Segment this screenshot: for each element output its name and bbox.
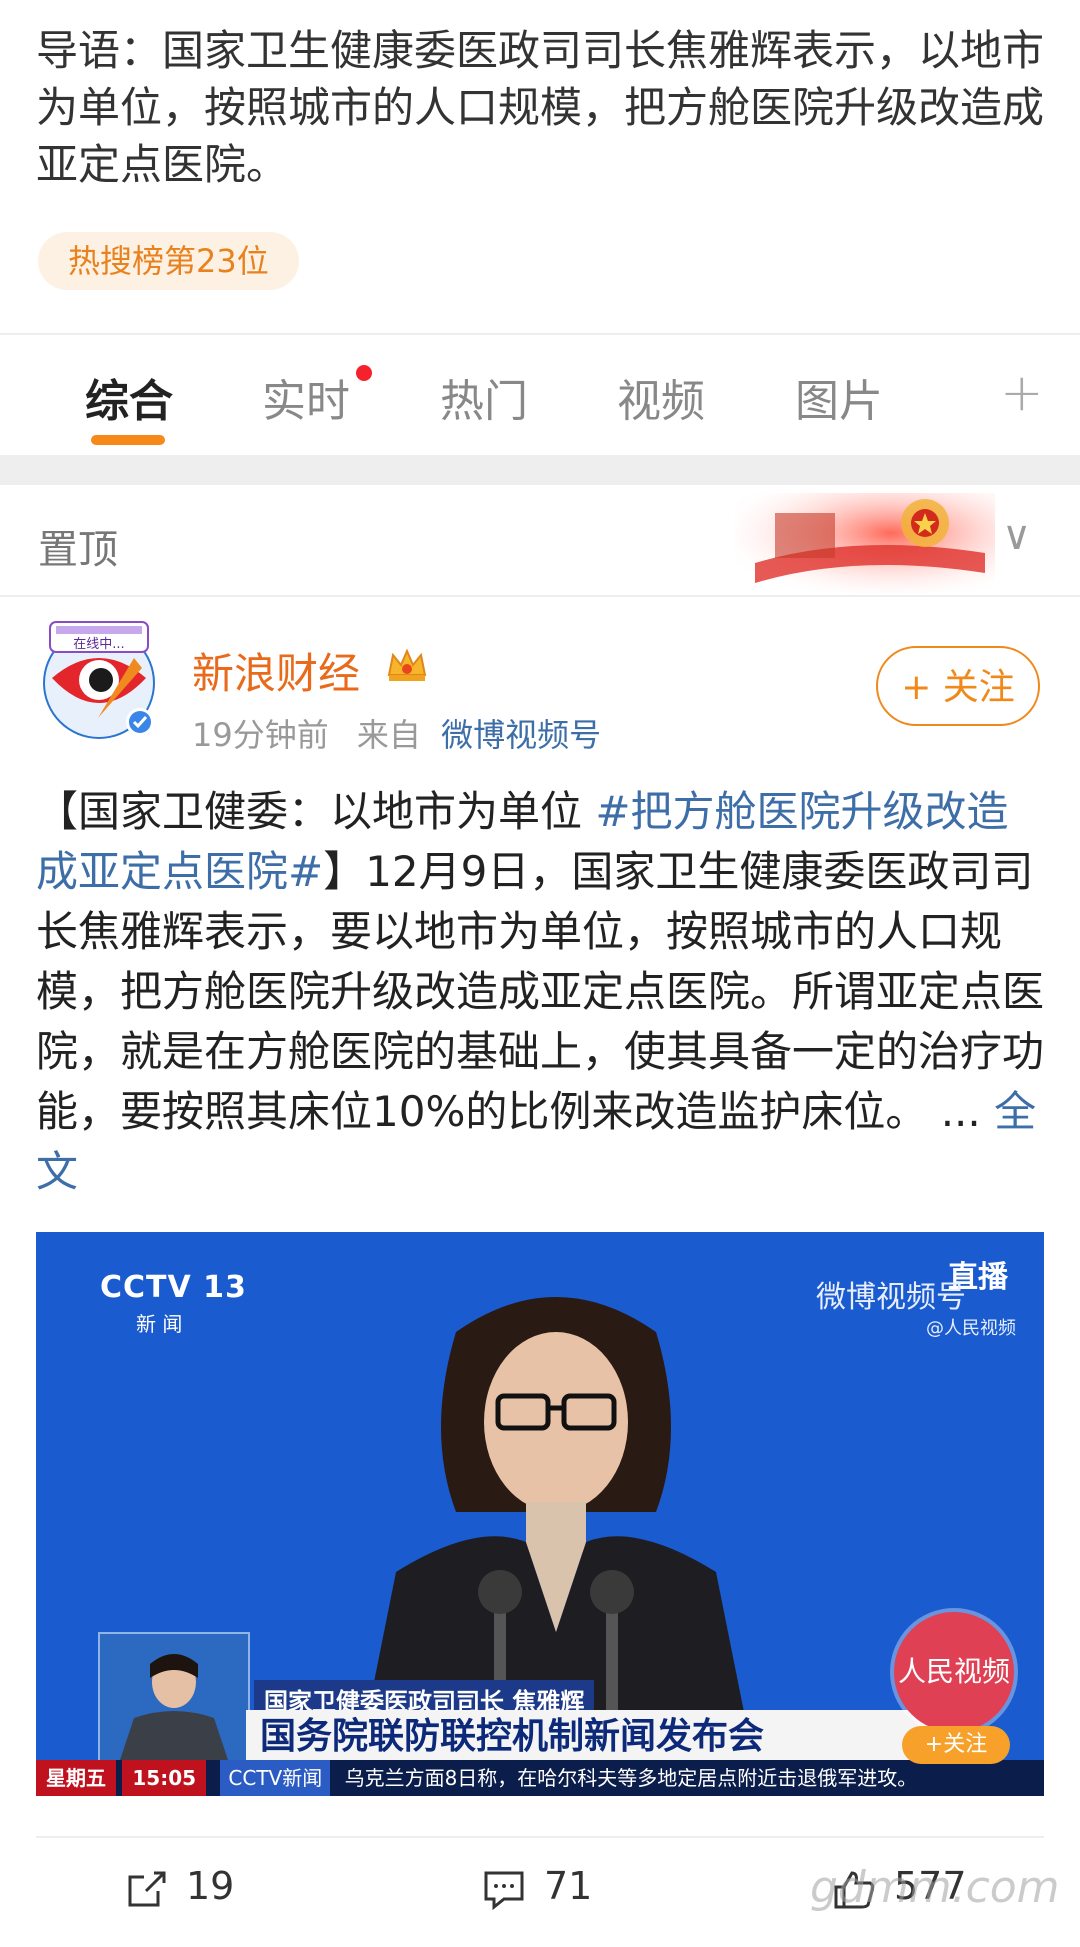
channel-logo: CCTV 13 <box>100 1270 247 1305</box>
post-meta: 19分钟前 来自 微博视频号 <box>192 710 601 756</box>
comment-icon <box>484 1871 524 1910</box>
author-name[interactable]: 新浪财经 <box>192 640 360 701</box>
comment-button[interactable]: 71 <box>482 1864 592 1911</box>
hot-search-badge[interactable]: 热搜榜第23位 <box>38 232 299 290</box>
ticker-time: 15:05 <box>122 1760 207 1796</box>
ticker-text: 乌克兰方面8日称，在哈尔科夫等多地定居点附近击退俄军进攻。 <box>344 1766 918 1790</box>
tab-hot[interactable]: 热门 <box>440 365 528 429</box>
tab-comprehensive[interactable]: 综合 <box>85 365 173 429</box>
section-gap <box>0 455 1080 485</box>
chevron-down-icon[interactable]: ∨ <box>1002 513 1031 559</box>
post-source[interactable]: 微博视频号 <box>441 716 601 754</box>
peoples-video-logo[interactable]: 人民视频 <box>894 1612 1014 1732</box>
site-watermark: gdmm.com <box>810 1862 1060 1913</box>
crown-icon <box>387 648 427 681</box>
ticker-day: 星期五 <box>36 1760 116 1796</box>
avatar[interactable]: 在线中... <box>38 618 160 740</box>
follow-button[interactable]: + 关注 <box>876 646 1040 726</box>
sign-language-inset <box>98 1632 250 1762</box>
comment-count: 71 <box>544 1864 593 1908</box>
tab-pictures[interactable]: 图片 <box>795 365 883 429</box>
tab-video[interactable]: 视频 <box>617 365 705 429</box>
ticker-channel: CCTV新闻 <box>220 1760 331 1796</box>
from-label: 来自 <box>356 716 421 754</box>
avatar-badge-text: 在线中... <box>73 637 124 652</box>
repost-count: 19 <box>186 1864 235 1908</box>
weibo-video-watermark: 微博视频号 <box>816 1280 966 1315</box>
repost-button[interactable]: 19 <box>124 1864 234 1911</box>
post-text-lead: 【国家卫健委：以地市为单位 <box>36 787 596 836</box>
add-tab-icon[interactable]: + <box>1000 363 1044 423</box>
news-ticker: 星期五 15:05 CCTV新闻 乌克兰方面8日称，在哈尔科夫等多地定居点附近击… <box>36 1760 1044 1796</box>
ellipsis: ... <box>927 1087 995 1136</box>
divider <box>36 1836 1044 1838</box>
post-body: 【国家卫健委：以地市为单位 #把方舱医院升级改造成亚定点医院#】12月9日，国家… <box>36 782 1046 1202</box>
post-time: 19分钟前 <box>192 716 329 754</box>
channel-subtitle: 新 闻 <box>136 1312 183 1336</box>
watermark-handle: @人民视频 <box>926 1318 1016 1339</box>
active-tab-indicator <box>91 435 165 445</box>
video-follow-button[interactable]: +关注 <box>902 1726 1010 1764</box>
event-title-caption: 国务院联防联控机制新闻发布会 <box>246 1710 966 1764</box>
tab-realtime[interactable]: 实时 <box>262 365 350 429</box>
repost-icon <box>128 1871 166 1906</box>
pinned-banner-image <box>735 493 995 593</box>
intro-text: 导语：国家卫生健康委医政司司长焦雅辉表示，以地市为单位，按照城市的人口规模，把方… <box>36 26 1045 189</box>
pinned-bar[interactable]: 置顶 ∨ <box>0 485 1080 597</box>
pinned-label: 置顶 <box>38 527 118 573</box>
new-dot-icon <box>356 365 372 381</box>
tab-bar: 综合 实时 热门 视频 图片 + <box>0 335 1080 455</box>
video-player[interactable]: CCTV 13 新 闻 直播 微博视频号 @人民视频 国家卫健委医政司司长 焦雅… <box>36 1232 1044 1796</box>
